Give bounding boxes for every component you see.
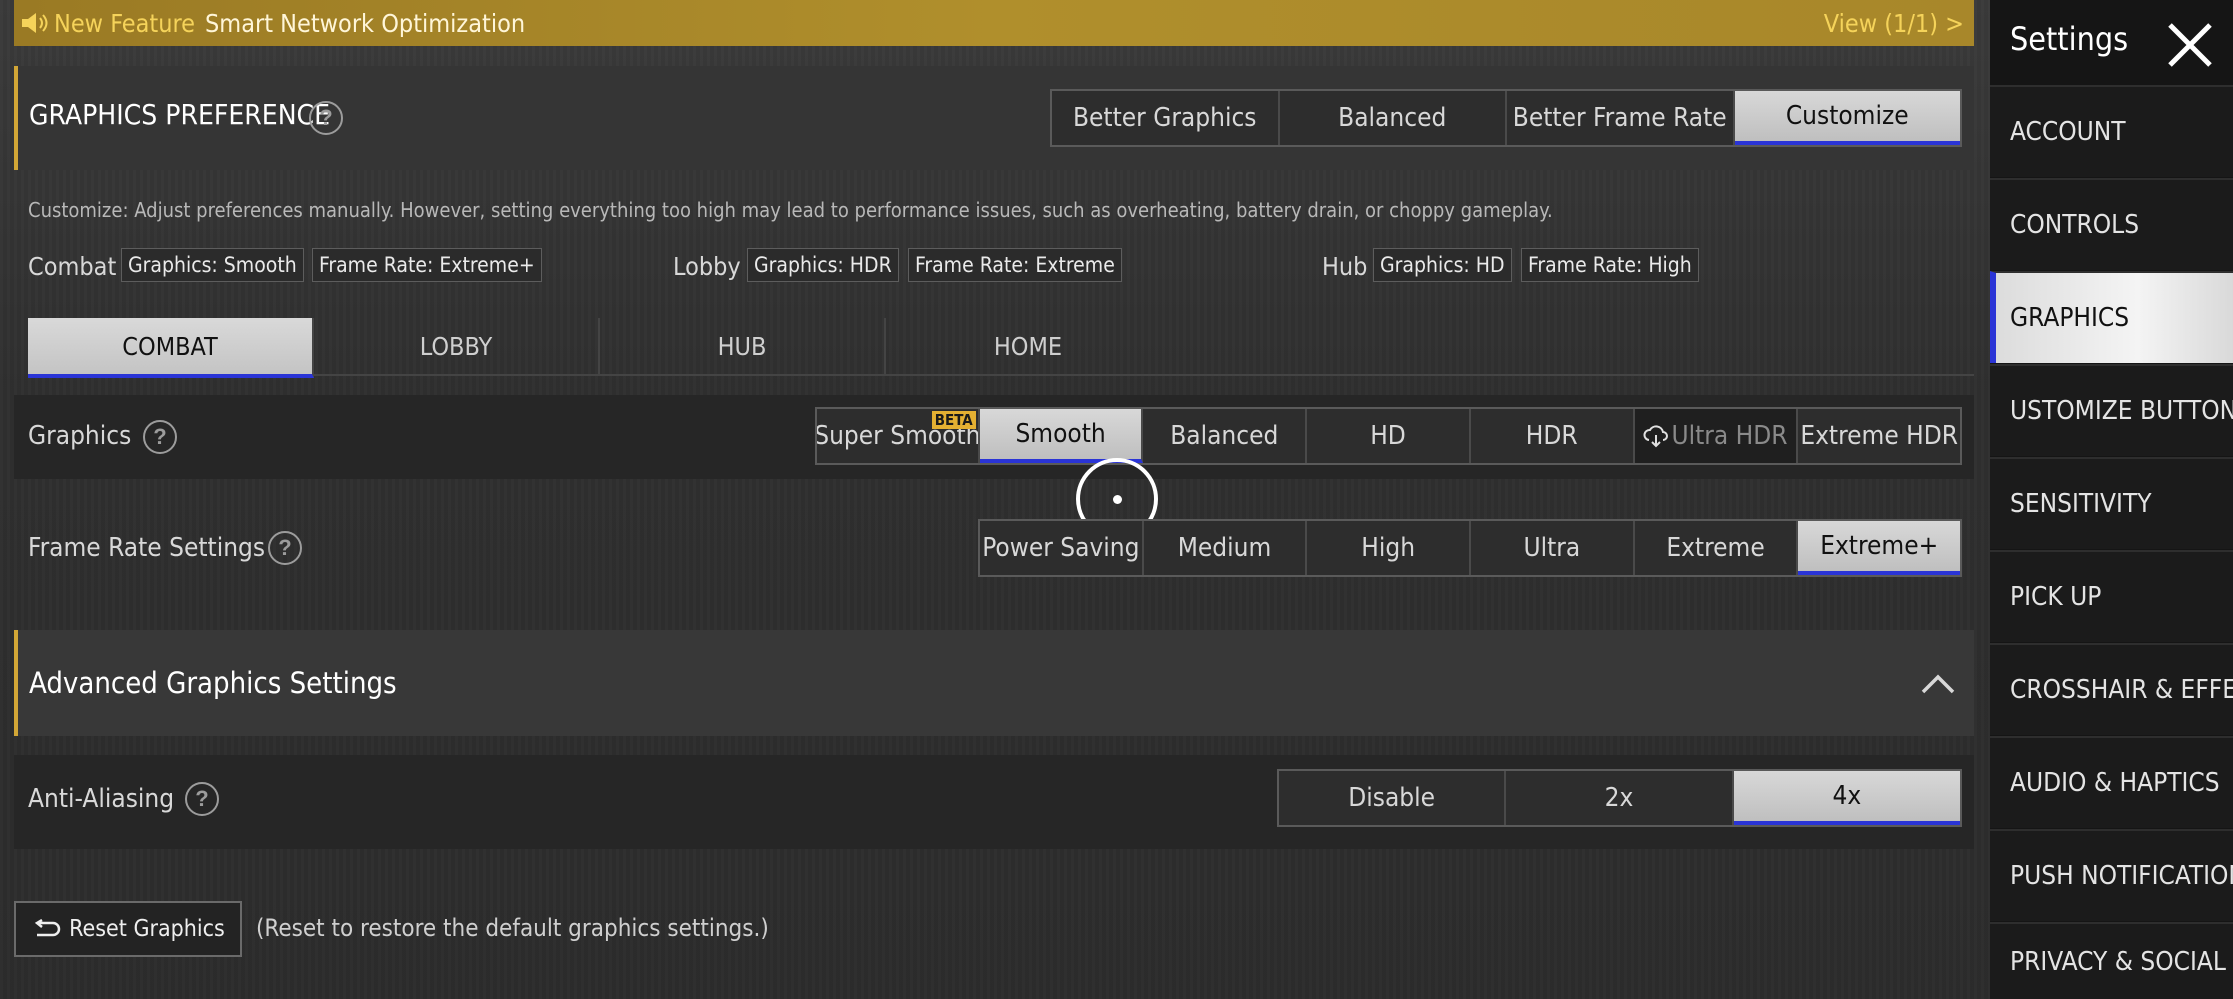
summary-combat-graphics: Graphics: Smooth [121,248,304,282]
sidebar-item-label: AUDIO & HAPTICS [2010,768,2220,798]
frame-rate-medium[interactable]: Medium [1144,521,1308,575]
pref-better-graphics[interactable]: Better Graphics [1052,91,1280,145]
reset-graphics-button[interactable]: Reset Graphics [14,901,242,957]
sidebar-item-account[interactable]: ACCOUNT [1990,85,2233,177]
anti-aliasing-selector: Disable 2x 4x [1277,769,1962,827]
graphics-preference-title: GRAPHICS PREFERENCE [29,98,331,131]
graphics-preference-selector: Better Graphics Balanced Better Frame Ra… [1050,89,1962,147]
sidebar-item-audio[interactable]: AUDIO & HAPTICS [1990,736,2233,828]
sidebar-item-label: CROSSHAIR & EFFEC [2010,675,2233,705]
settings-title: Settings [2010,20,2129,58]
sidebar-item-label: PICK UP [2010,582,2102,612]
pref-better-frame-rate[interactable]: Better Frame Rate [1507,91,1735,145]
help-icon[interactable]: ? [143,420,177,454]
help-icon[interactable]: ? [309,101,343,135]
summary-lobby-graphics: Graphics: HDR [747,248,899,282]
tab-combat[interactable]: COMBAT [28,318,314,378]
sidebar-item-label: PRIVACY & SOCIAL [2010,946,2226,977]
reset-button-label: Reset Graphics [69,916,225,942]
summary-combat-frame-rate: Frame Rate: Extreme+ [312,248,542,282]
sidebar-item-label: SENSITIVITY [2010,489,2152,519]
chevron-up-icon[interactable] [1918,668,1958,703]
tab-hub[interactable]: HUB [600,318,886,374]
sidebar-item-pick-up[interactable]: PICK UP [1990,550,2233,642]
graphics-ultra-hdr[interactable]: Ultra HDR [1634,409,1799,463]
summary-hub-label: Hub [1322,252,1368,281]
anti-aliasing-2x[interactable]: 2x [1506,771,1734,825]
frame-rate-ultra[interactable]: Ultra [1471,521,1635,575]
sidebar-item-graphics[interactable]: GRAPHICS [1990,271,2233,363]
mode-tabs: COMBAT LOBBY HUB HOME [28,318,1974,378]
sidebar-item-push-notifications[interactable]: PUSH NOTIFICATIONS [1990,829,2233,921]
banner-view-link[interactable]: View (1/1) > [1824,9,1964,38]
graphics-hdr[interactable]: HDR [1471,409,1635,463]
graphics-label: Graphics [28,421,132,451]
advanced-graphics-title: Advanced Graphics Settings [29,666,397,700]
graphics-hd[interactable]: HD [1307,409,1471,463]
anti-aliasing-label: Anti-Aliasing [28,784,175,814]
sidebar-item-sensitivity[interactable]: SENSITIVITY [1990,457,2233,549]
graphics-super-smooth[interactable]: Super Smooth BETA [817,409,980,463]
frame-rate-label: Frame Rate Settings [28,533,266,563]
sidebar-item-crosshair[interactable]: CROSSHAIR & EFFEC [1990,643,2233,735]
customize-description: Customize: Adjust preferences manually. … [28,198,1553,222]
cloud-download-icon [1643,424,1669,448]
summary-lobby-frame-rate: Frame Rate: Extreme [908,248,1122,282]
sidebar-item-label: ACCOUNT [2010,117,2126,147]
summary-hub-graphics: Graphics: HD [1373,248,1512,282]
sidebar-item-label: GRAPHICS [2010,303,2130,333]
graphics-quality-selector: Super Smooth BETA Smooth Balanced HD HDR… [815,407,1962,465]
frame-rate-high[interactable]: High [1307,521,1472,575]
sidebar-item-privacy[interactable]: PRIVACY & SOCIAL [1990,922,2233,999]
help-icon[interactable]: ? [268,531,302,565]
summary-combat-label: Combat [28,252,117,281]
undo-icon [31,919,61,939]
help-icon[interactable]: ? [185,782,219,816]
tab-lobby[interactable]: LOBBY [314,318,600,374]
close-icon [2168,23,2212,67]
sidebar-item-customize-buttons[interactable]: USTOMIZE BUTTONS [1990,364,2233,456]
sidebar-item-label: USTOMIZE BUTTONS [2010,396,2233,426]
summary-lobby-label: Lobby [673,252,741,281]
touch-dot [1113,495,1122,504]
pref-customize[interactable]: Customize [1734,91,1960,145]
frame-rate-extreme[interactable]: Extreme [1635,521,1799,575]
section-accent [14,66,18,170]
tab-home[interactable]: HOME [886,318,1170,374]
reset-hint: (Reset to restore the default graphics s… [256,914,769,942]
frame-rate-selector: Power Saving Medium High Ultra Extreme E… [978,519,1962,577]
speaker-icon [20,10,54,36]
summary-hub-frame-rate: Frame Rate: High [1521,248,1699,282]
anti-aliasing-4x[interactable]: 4x [1733,771,1961,825]
frame-rate-extreme-plus[interactable]: Extreme+ [1798,521,1961,575]
pref-balanced[interactable]: Balanced [1280,91,1507,145]
banner-feature-label: New Feature [54,8,196,38]
graphics-extreme-hdr[interactable]: Extreme HDR [1798,409,1960,463]
close-button[interactable] [2160,15,2220,75]
frame-rate-power-saving[interactable]: Power Saving [980,521,1144,575]
banner-text: Smart Network Optimization [205,8,526,38]
graphics-balanced[interactable]: Balanced [1143,409,1308,463]
anti-aliasing-disable[interactable]: Disable [1279,771,1507,825]
announcement-banner[interactable]: New Feature Smart Network Optimization V… [14,0,1974,46]
graphics-smooth[interactable]: Smooth [979,409,1144,463]
option-label: Ultra HDR [1671,421,1788,451]
beta-badge: BETA [931,411,976,429]
section-accent [14,630,18,736]
sidebar-item-label: CONTROLS [2010,210,2140,240]
sidebar-item-controls[interactable]: CONTROLS [1990,178,2233,270]
sidebar-item-label: PUSH NOTIFICATIONS [2010,861,2233,891]
